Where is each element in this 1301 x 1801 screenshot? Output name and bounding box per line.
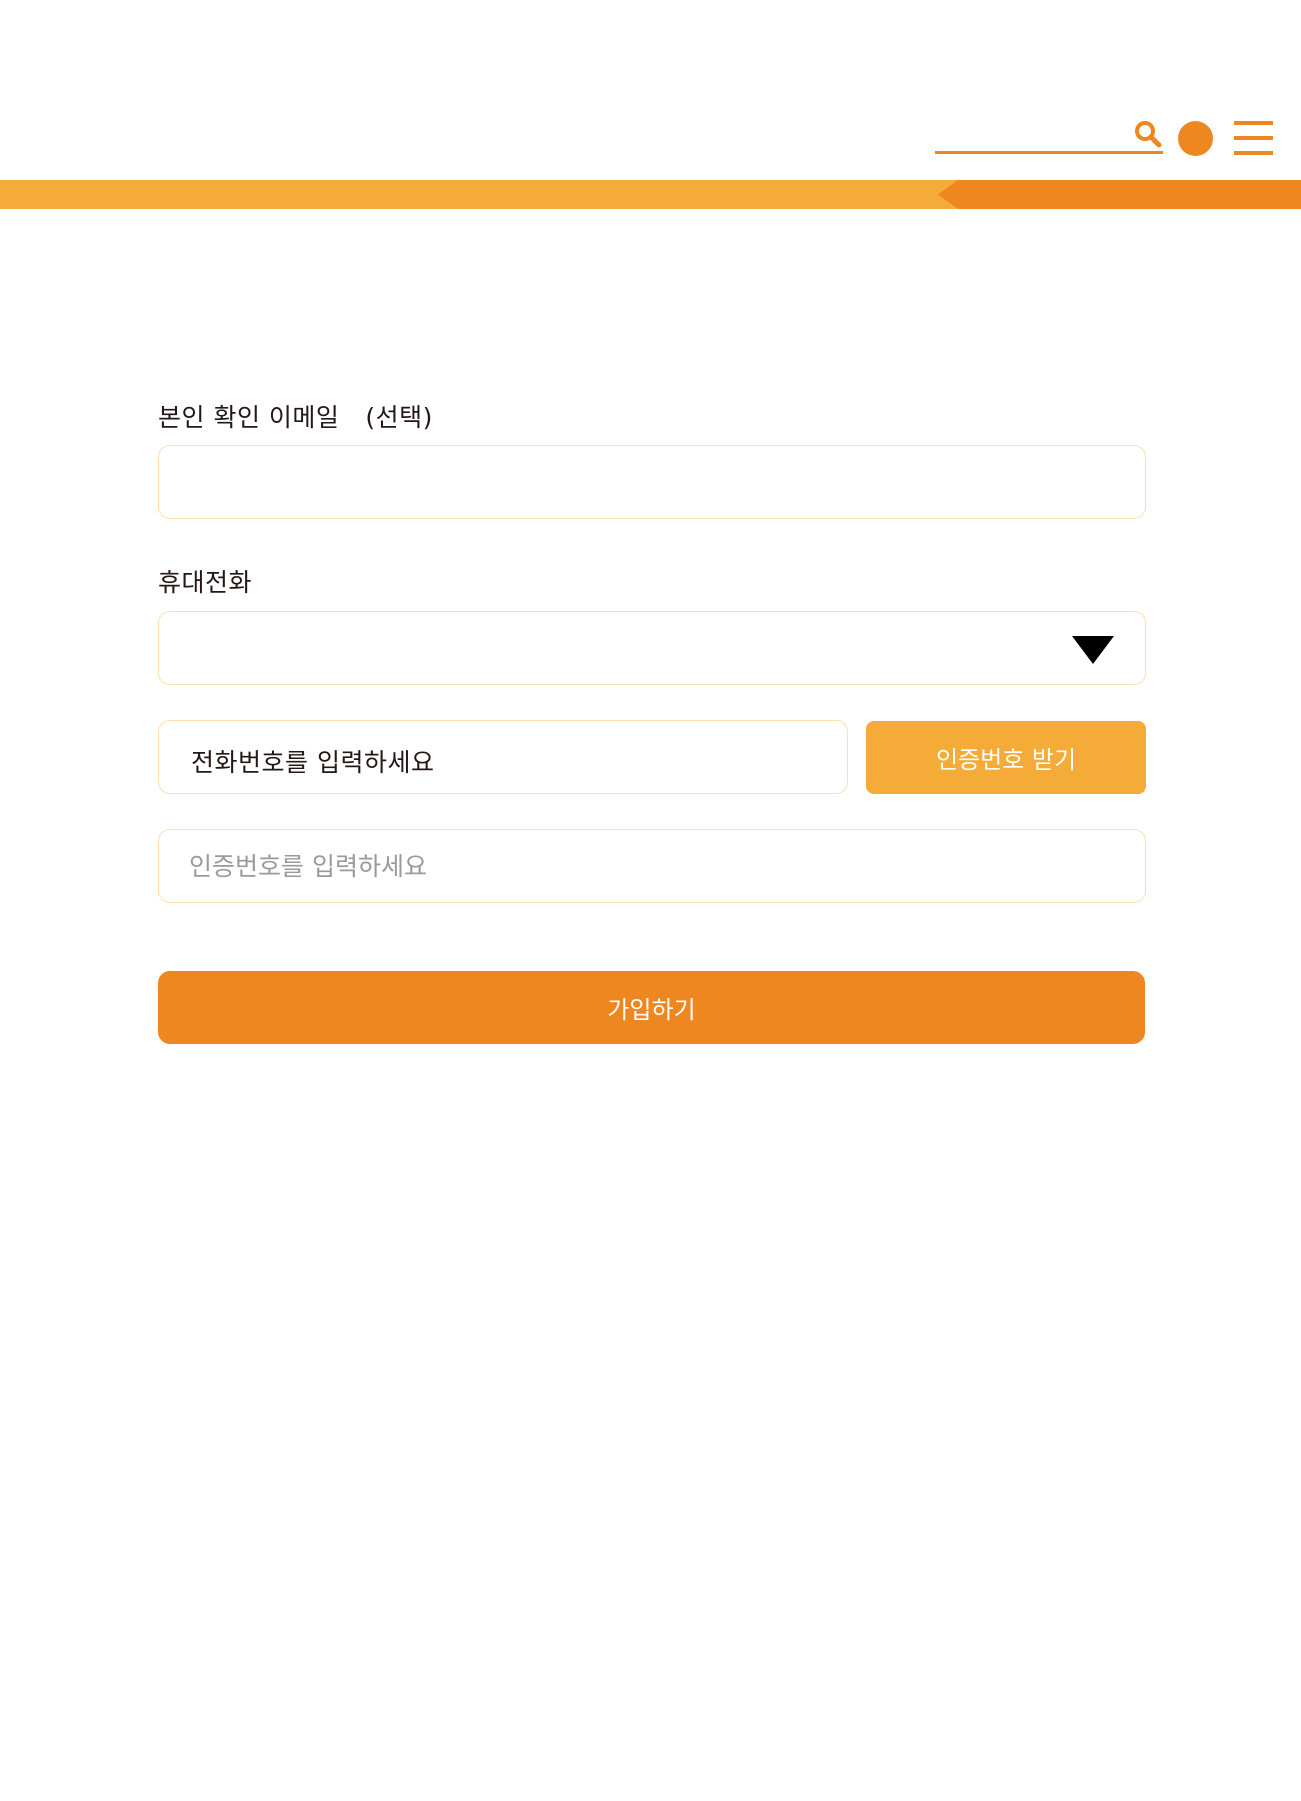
- phone-number-field[interactable]: 전화번호를 입력하세요: [158, 720, 848, 794]
- signup-page: 본인 확인 이메일 (선택) 휴대전화 전화번호를 입력하세요 인증번호 받기 가…: [0, 0, 1301, 1801]
- request-code-button[interactable]: 인증번호 받기: [866, 721, 1146, 794]
- email-label: 본인 확인 이메일 (선택): [158, 398, 433, 434]
- phone-label: 휴대전화: [158, 568, 253, 597]
- verification-code-field[interactable]: [158, 829, 1146, 903]
- carrier-select[interactable]: [158, 611, 1146, 685]
- signup-submit-button[interactable]: 가입하기: [158, 971, 1145, 1044]
- search-input-underline[interactable]: [935, 151, 1163, 154]
- search-icon[interactable]: [1134, 120, 1162, 148]
- header-banner-accent: [938, 180, 1301, 209]
- email-label-text: 본인 확인 이메일: [158, 403, 340, 432]
- email-input[interactable]: [159, 446, 1145, 518]
- profile-circle-icon[interactable]: [1178, 121, 1213, 156]
- verification-code-input[interactable]: [159, 830, 1145, 902]
- email-optional-text: (선택): [365, 403, 433, 432]
- dropdown-arrow-icon[interactable]: [1072, 636, 1114, 664]
- email-field[interactable]: [158, 445, 1146, 519]
- phone-number-text: 전화번호를 입력하세요: [191, 748, 435, 777]
- hamburger-menu-icon[interactable]: [1234, 121, 1273, 157]
